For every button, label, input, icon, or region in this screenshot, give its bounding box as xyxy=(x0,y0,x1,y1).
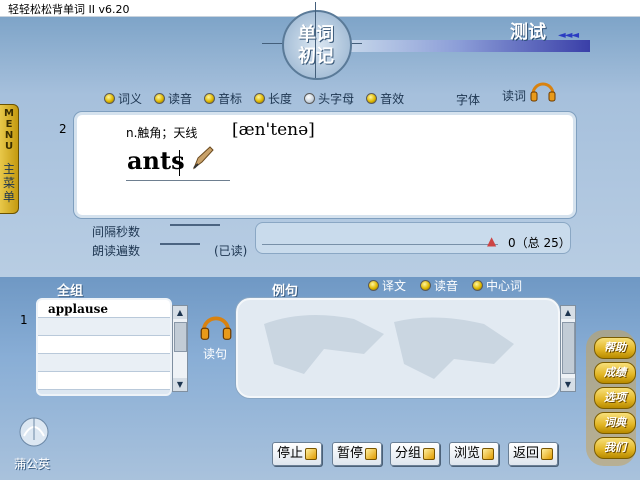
menu-tab-label: 主菜单 xyxy=(2,162,15,204)
option-pronunciation[interactable]: 读音 xyxy=(154,90,192,107)
stop-icon xyxy=(305,447,318,460)
repeat-slider[interactable] xyxy=(160,243,200,245)
word-meaning: n.触角；天线 xyxy=(126,126,198,140)
example-label: 例句 xyxy=(272,284,299,299)
scroll-thumb[interactable] xyxy=(174,322,187,352)
progress-flag-icon: ▲ xyxy=(487,234,497,248)
option-translation[interactable]: 译文 xyxy=(368,277,406,294)
option-meaning[interactable]: 词义 xyxy=(104,90,142,107)
group-label: 全组 xyxy=(57,284,84,299)
radio-icon xyxy=(204,92,216,104)
example-scrollbar[interactable]: ▲ ▼ xyxy=(560,305,576,392)
options-row: 词义 读音 音标 长度 头字母 音效 xyxy=(104,88,404,108)
radio-icon xyxy=(254,92,266,104)
interval-slider[interactable] xyxy=(170,224,220,226)
dictionary-button[interactable]: 词典 xyxy=(594,412,636,434)
about-us-button[interactable]: 我们 xyxy=(594,437,636,459)
word-underline xyxy=(126,180,230,181)
list-item[interactable] xyxy=(38,372,170,390)
group-button[interactable]: 分组 xyxy=(390,442,441,466)
scroll-up-icon[interactable]: ▲ xyxy=(173,306,187,319)
stop-button[interactable]: 停止 xyxy=(272,442,323,466)
radio-icon xyxy=(366,92,378,104)
radio-icon xyxy=(368,280,379,291)
radio-icon xyxy=(420,280,432,291)
list-item[interactable]: applause xyxy=(38,300,170,318)
list-item[interactable] xyxy=(38,336,170,354)
option-initial[interactable]: 头字母 xyxy=(304,90,354,107)
radio-icon xyxy=(304,92,316,104)
options-button[interactable]: 选项 xyxy=(594,387,636,409)
option-length[interactable]: 长度 xyxy=(254,90,292,107)
brand-label: 蒲公英 xyxy=(14,457,51,471)
mode-stripe xyxy=(350,40,590,52)
pause-button[interactable]: 暂停 xyxy=(332,442,383,466)
world-map-watermark xyxy=(264,315,514,379)
progress-text: 0（总 25） xyxy=(508,236,571,250)
menu-tab-text: MENU xyxy=(4,108,14,152)
mode-title: 测试 xyxy=(510,22,546,43)
radio-icon xyxy=(104,92,115,104)
group-icon xyxy=(423,447,436,460)
headphones-icon[interactable] xyxy=(530,80,556,102)
list-scrollbar[interactable]: ▲ ▼ xyxy=(172,305,188,392)
option-sound-effect[interactable]: 音效 xyxy=(366,90,404,107)
pause-icon xyxy=(365,447,378,460)
progress-track xyxy=(262,244,498,245)
group-list[interactable]: applause xyxy=(36,298,172,396)
list-item[interactable] xyxy=(38,318,170,336)
example-options-row: 译文 读音 中心词 xyxy=(368,277,522,294)
scroll-thumb[interactable] xyxy=(562,322,575,374)
browse-button[interactable]: 浏览 xyxy=(449,442,500,466)
repeat-count-label: 朗读遍数 xyxy=(92,244,141,258)
word-index: 2 xyxy=(59,122,67,136)
already-read-label: (已读) xyxy=(214,244,248,258)
score-button[interactable]: 成绩 xyxy=(594,362,636,384)
mode-arrows-icon: ◄◄◄ xyxy=(558,30,579,41)
word-input[interactable]: ants xyxy=(127,146,185,175)
read-sentence-label: 读句 xyxy=(203,347,228,361)
option-phonetic[interactable]: 音标 xyxy=(204,90,242,107)
scroll-down-icon[interactable]: ▼ xyxy=(561,378,575,391)
radio-icon xyxy=(154,92,166,104)
read-word-label: 读词 xyxy=(502,89,527,103)
radio-icon xyxy=(472,280,484,291)
font-button[interactable]: 字体 xyxy=(456,91,480,108)
dandelion-logo-icon xyxy=(19,417,49,447)
scroll-down-icon[interactable]: ▼ xyxy=(173,378,187,391)
back-button[interactable]: 返回 xyxy=(508,442,559,466)
browse-icon xyxy=(482,447,495,460)
word-phonetic: [æn'tenə] xyxy=(232,120,315,140)
back-icon xyxy=(541,447,554,460)
window-title: 轻轻松松背单词 II v6.20 xyxy=(8,3,130,16)
interval-seconds-label: 间隔秒数 xyxy=(92,225,141,239)
option-sentence-audio[interactable]: 读音 xyxy=(420,277,458,294)
read-sentence-headphones-icon[interactable] xyxy=(200,313,232,341)
list-index: 1 xyxy=(20,313,28,327)
option-headword[interactable]: 中心词 xyxy=(472,277,522,294)
logo-text-2: 初记 xyxy=(298,46,334,67)
help-button[interactable]: 帮助 xyxy=(594,337,636,359)
pen-icon xyxy=(192,146,214,170)
text-caret xyxy=(179,150,180,176)
scroll-up-icon[interactable]: ▲ xyxy=(561,306,575,319)
list-item[interactable] xyxy=(38,354,170,372)
